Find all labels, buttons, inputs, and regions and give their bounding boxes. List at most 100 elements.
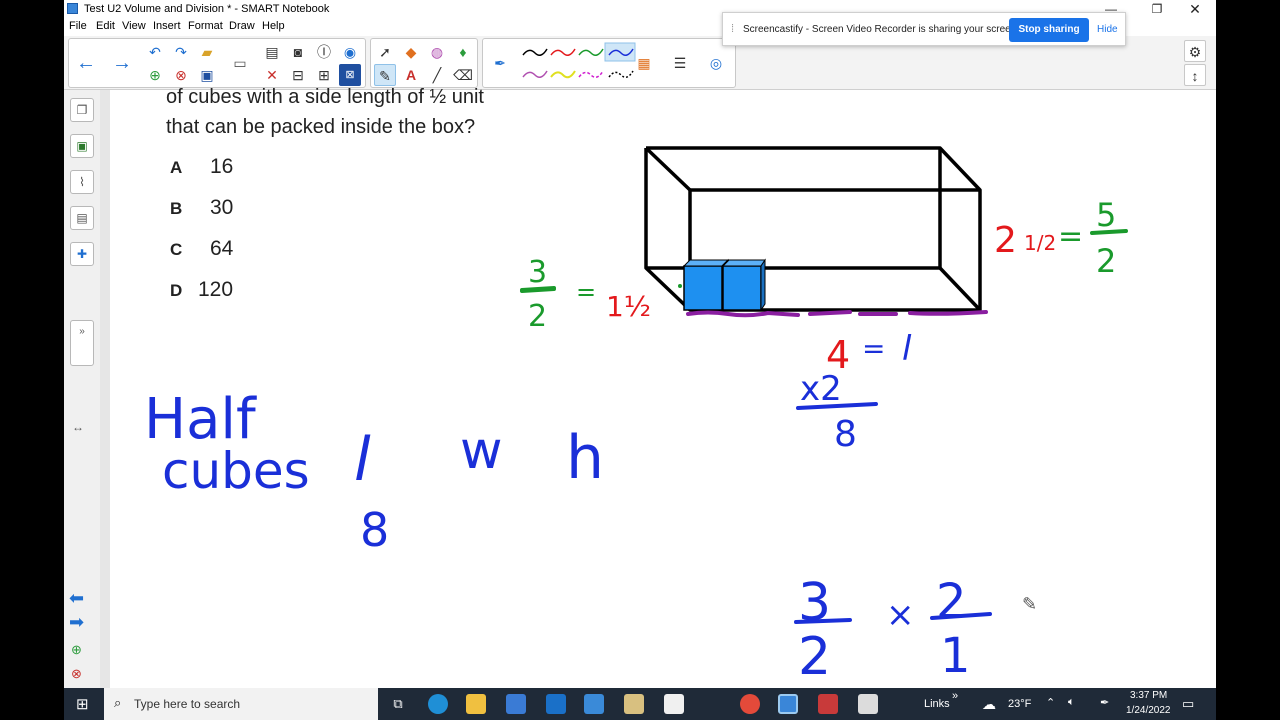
table-icon[interactable]: ⊞ bbox=[313, 64, 335, 86]
open-file-icon[interactable]: ▰ bbox=[196, 41, 218, 63]
volume-icon[interactable]: 🔈︎ bbox=[1068, 696, 1075, 709]
menu-format[interactable]: Format bbox=[188, 20, 223, 32]
camera-app-icon[interactable] bbox=[858, 694, 878, 714]
settings-gear-icon[interactable]: ⚙ bbox=[1184, 40, 1206, 62]
sidebar-prev-page-icon[interactable]: ⬅ bbox=[69, 588, 84, 609]
menu-edit[interactable]: Edit bbox=[96, 20, 115, 32]
hide-link[interactable]: Hide bbox=[1097, 24, 1118, 35]
clock-date[interactable]: 1/24/2022 bbox=[1126, 705, 1171, 716]
undo-icon[interactable]: ↶ bbox=[144, 41, 166, 63]
length-variable: l bbox=[902, 329, 912, 369]
menu-insert[interactable]: Insert bbox=[153, 20, 181, 32]
previous-page-icon[interactable]: ← bbox=[75, 52, 97, 74]
cubes-text: cubes bbox=[162, 442, 310, 500]
page-sorter-icon[interactable]: ❐ bbox=[70, 98, 94, 122]
tray-chevron-icon[interactable]: ⌃ bbox=[1046, 696, 1055, 709]
screen-shade-icon[interactable]: ⊟ bbox=[287, 64, 309, 86]
start-windows-icon[interactable]: ⊞ bbox=[76, 695, 89, 713]
right-fraction-denominator: 2 bbox=[1096, 242, 1116, 280]
save-icon[interactable]: ▣ bbox=[196, 64, 218, 86]
eraser-tool-icon[interactable]: ⌫ bbox=[452, 64, 474, 86]
sharing-message: Screencastify - Screen Video Recorder is… bbox=[743, 24, 1020, 35]
smart-notebook-taskbar-icon[interactable] bbox=[778, 694, 798, 714]
attachments-icon[interactable]: ⌇ bbox=[70, 170, 94, 194]
sticky-notes-icon[interactable] bbox=[624, 694, 644, 714]
file-explorer-icon[interactable] bbox=[466, 694, 486, 714]
redo-icon[interactable]: ↷ bbox=[170, 41, 192, 63]
notifications-icon[interactable]: ▭ bbox=[1182, 696, 1194, 712]
display-icon[interactable]: ▭ bbox=[229, 52, 251, 74]
page-scrollbar[interactable] bbox=[100, 90, 110, 688]
menu-help[interactable]: Help bbox=[262, 20, 285, 32]
notebook-page[interactable]: of cubes with a side length of ½ unit th… bbox=[110, 86, 1216, 688]
search-icon: ⌕ bbox=[114, 695, 122, 710]
links-toolbar[interactable]: Links bbox=[924, 698, 950, 710]
sidebar-next-page-icon[interactable]: ➡ bbox=[69, 612, 84, 633]
paste-icon[interactable]: ▤ bbox=[261, 41, 283, 63]
pen-icon[interactable]: ✒ bbox=[489, 52, 511, 74]
pens-icon[interactable]: ✎ bbox=[374, 64, 396, 86]
restore-button[interactable]: ❐ bbox=[1142, 1, 1172, 17]
shapes-icon[interactable]: ◆ bbox=[400, 41, 422, 63]
chrome-browser-icon[interactable] bbox=[740, 694, 760, 714]
links-chevron-icon[interactable]: » bbox=[952, 690, 958, 702]
sidebar-collapse-icon[interactable]: » bbox=[70, 320, 94, 366]
drag-handle-icon[interactable]: ⁞ bbox=[731, 23, 734, 35]
delete-page-icon[interactable]: ⊗ bbox=[170, 64, 192, 86]
color-palette-icon[interactable]: ▦ bbox=[633, 52, 655, 74]
eight-under-l: 8 bbox=[360, 503, 389, 557]
store-icon[interactable] bbox=[506, 694, 526, 714]
close-button[interactable]: ✕ bbox=[1180, 1, 1210, 17]
fullscreen-icon[interactable]: ⊠ bbox=[339, 64, 361, 86]
spell-check-icon[interactable]: ◉ bbox=[339, 41, 361, 63]
smart-notebook-window: Test U2 Volume and Division * - SMART No… bbox=[64, 0, 1216, 720]
mail-icon[interactable] bbox=[546, 694, 566, 714]
toolbar-toggle-icon[interactable]: ↕ bbox=[1184, 64, 1206, 86]
length-equals: = bbox=[862, 332, 885, 365]
text-color-icon[interactable]: A bbox=[400, 64, 422, 86]
delete-icon[interactable]: ✕ bbox=[261, 64, 283, 86]
var-l: l bbox=[354, 425, 371, 495]
eraser-icon[interactable]: ◍ bbox=[426, 41, 448, 63]
smart-tools-icon[interactable] bbox=[818, 694, 838, 714]
add-page-icon[interactable]: ⊕ bbox=[144, 64, 166, 86]
line-style-icon[interactable]: ☰ bbox=[669, 52, 691, 74]
taskbar-search-box[interactable]: ⌕ Type here to search bbox=[104, 688, 378, 720]
menu-file[interactable]: File bbox=[69, 20, 87, 32]
pen-workspace-icon[interactable]: ✒ bbox=[1100, 696, 1109, 709]
left-fraction-denominator: 2 bbox=[528, 299, 547, 334]
toolbar-group-navigation: ← → ↶ ↷ ▰ ⊕ ⊗ ▣ ▭ ▤ ◙ Ⓘ ◉ ✕ ⊟ ⊞ ⊠ bbox=[68, 38, 366, 88]
line-icon[interactable]: ╱ bbox=[426, 64, 448, 86]
menu-draw[interactable]: Draw bbox=[229, 20, 255, 32]
task-view-icon[interactable]: ⧉ bbox=[388, 694, 408, 714]
clock-time[interactable]: 3:37 PM bbox=[1130, 690, 1167, 701]
windows-taskbar: ⊞ ⌕ Type here to search ⧉ Links » ☁ 23°F… bbox=[64, 688, 1216, 720]
edge-browser-icon[interactable] bbox=[428, 694, 448, 714]
gallery-icon[interactable]: ▣ bbox=[70, 134, 94, 158]
outlook-icon[interactable] bbox=[584, 694, 604, 714]
addons-icon[interactable]: ✚ bbox=[70, 242, 94, 266]
screen-capture-icon[interactable]: ◙ bbox=[287, 41, 309, 63]
properties-icon[interactable]: ◎ bbox=[705, 52, 727, 74]
resize-handle-icon[interactable]: ↔ bbox=[72, 420, 84, 434]
task-checklist-icon[interactable] bbox=[664, 694, 684, 714]
right-mixed-fraction: 1/2 bbox=[1024, 231, 1056, 255]
calc-times: × bbox=[886, 595, 915, 635]
sidebar-add-page-icon[interactable]: ⊕ bbox=[71, 642, 82, 658]
left-equals: = bbox=[576, 278, 596, 306]
left-fraction-numerator: 3 bbox=[528, 255, 547, 290]
menu-view[interactable]: View bbox=[122, 20, 146, 32]
left-mixed-number: 1½ bbox=[606, 290, 651, 323]
properties-tab-icon[interactable]: ▤ bbox=[70, 206, 94, 230]
sidebar-delete-page-icon[interactable]: ⊗ bbox=[71, 666, 82, 682]
right-fraction-numerator: 5 bbox=[1096, 196, 1116, 234]
select-arrow-icon[interactable]: ➚ bbox=[374, 41, 396, 63]
weather-temp[interactable]: 23°F bbox=[1008, 698, 1031, 710]
next-page-icon[interactable]: → bbox=[111, 52, 133, 74]
fill-icon[interactable]: ♦ bbox=[452, 41, 474, 63]
text-tool-icon[interactable]: Ⓘ bbox=[313, 41, 335, 63]
calc-a-numerator: 3 bbox=[798, 573, 831, 633]
var-w: w bbox=[460, 421, 503, 481]
toolbar-group-pen-styles: ✒ ▦ ☰ ◎ bbox=[482, 38, 736, 88]
stop-sharing-button[interactable]: Stop sharing bbox=[1009, 18, 1089, 42]
